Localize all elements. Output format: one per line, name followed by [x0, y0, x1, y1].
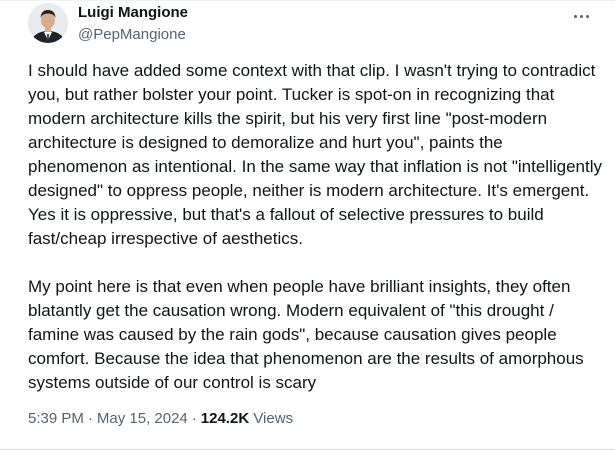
more-dots-icon: [573, 14, 577, 18]
profile-photo-icon: [28, 3, 68, 43]
tweet-card: Luigi Mangione @PepMangione I should hav…: [0, 0, 615, 450]
avatar[interactable]: [28, 3, 68, 43]
author-handle[interactable]: @PepMangione: [78, 27, 188, 42]
author-names: Luigi Mangione @PepMangione: [78, 5, 188, 42]
tweet-text: I should have added some context with th…: [28, 59, 603, 395]
tweet-paragraph: I should have added some context with th…: [28, 61, 602, 248]
tweet-date[interactable]: May 15, 2024: [97, 410, 188, 427]
author-display-name[interactable]: Luigi Mangione: [78, 5, 188, 20]
tweet-time[interactable]: 5:39 PM: [28, 410, 84, 427]
views-count[interactable]: 124.2K: [201, 410, 249, 427]
views-label: Views: [253, 410, 294, 427]
more-options-button[interactable]: [569, 7, 593, 25]
tweet-paragraph: My point here is that even when people h…: [28, 277, 584, 392]
meta-separator: ·: [191, 410, 197, 427]
meta-separator: ·: [87, 410, 93, 427]
tweet-meta: 5:39 PM · May 15, 2024 · 124.2K Views: [28, 409, 293, 429]
